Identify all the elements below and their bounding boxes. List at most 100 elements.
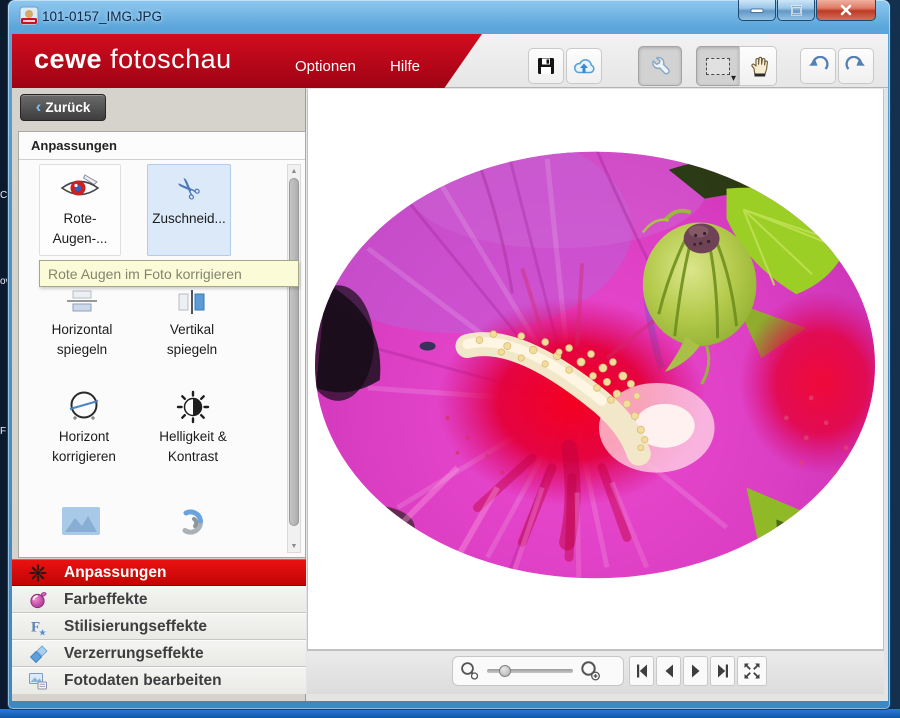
undo-button[interactable] — [800, 48, 836, 84]
landscape-icon — [61, 506, 101, 536]
tooltip: Rote Augen im Foto korrigieren — [39, 260, 299, 287]
save-button[interactable] — [528, 48, 564, 84]
desktop-right-strip — [889, 0, 900, 718]
svg-text:★: ★ — [39, 627, 47, 637]
caret-down-icon: ▾ — [731, 73, 736, 84]
flip-horizontal-icon — [65, 288, 99, 316]
app-header: cewe fotoschau Optionen Hilfe — [12, 34, 888, 88]
next-image-button[interactable] — [683, 656, 708, 686]
menu-optionen[interactable]: Optionen — [295, 58, 356, 75]
logo-bold: cewe — [34, 44, 102, 74]
adjustments-icon — [12, 563, 64, 583]
tool-red-eye[interactable]: Rote-Augen-... — [39, 164, 121, 256]
zoom-out-icon[interactable] — [459, 660, 481, 682]
scrollbar-thumb[interactable] — [289, 178, 299, 526]
fullscreen-button[interactable] — [737, 656, 767, 686]
minimize-icon — [750, 6, 764, 14]
panel-scrollbar[interactable]: ▲ ▼ — [287, 164, 301, 553]
category-fotodaten[interactable]: Fotodaten bearbeiten — [12, 667, 306, 694]
menu-hilfe[interactable]: Hilfe — [390, 58, 420, 75]
adjustments-panel: Anpassungen Rote-Augen-... ✂ — [18, 131, 306, 558]
first-icon — [633, 661, 651, 681]
tool-label: Horizontal spiegeln — [37, 320, 127, 361]
brightness-contrast-icon — [175, 390, 211, 424]
category-label: Stilisierungseffekte — [64, 618, 207, 636]
tool-landscape[interactable] — [61, 506, 101, 536]
horizon-level-icon — [66, 390, 102, 424]
category-verzerrungseffekte[interactable]: Verzerrungseffekte — [12, 640, 306, 667]
close-button[interactable] — [816, 0, 876, 21]
color-effects-icon — [12, 590, 64, 610]
wrench-icon — [648, 54, 672, 78]
category-label: Farbeffekte — [64, 591, 148, 609]
tool-label: Rote-Augen-... — [43, 209, 117, 250]
category-label: Verzerrungseffekte — [64, 645, 204, 663]
maximize-icon — [790, 5, 803, 16]
zoom-slider-thumb[interactable] — [499, 665, 511, 677]
scroll-up-icon[interactable]: ▲ — [288, 165, 300, 177]
upload-button[interactable] — [566, 48, 602, 84]
back-chevron-icon: ‹ — [36, 98, 42, 115]
tool-horizon[interactable]: Horizont korrigieren — [37, 390, 131, 468]
save-icon — [536, 56, 556, 76]
stylize-effects-icon: F ★ — [12, 617, 64, 637]
zoom-controls — [452, 656, 624, 686]
last-icon — [714, 661, 732, 681]
last-image-button[interactable] — [710, 656, 735, 686]
tool-label: Vertikal spiegeln — [147, 320, 237, 361]
undo-icon — [807, 56, 829, 76]
logo-rest: fotoschau — [110, 44, 232, 74]
next-icon — [687, 661, 705, 681]
tool-label: Helligkeit & Kontrast — [145, 427, 241, 468]
back-label: Zurück — [45, 100, 90, 115]
zoom-in-icon[interactable] — [579, 659, 603, 683]
tools-button[interactable] — [638, 46, 682, 86]
previous-icon — [660, 661, 678, 681]
marquee-icon — [706, 58, 730, 75]
category-farbeffekte[interactable]: Farbeffekte — [12, 586, 306, 613]
tool-brightness-contrast[interactable]: Helligkeit & Kontrast — [145, 390, 241, 468]
effect-category-list: Anpassungen Farbeffekte F ★ — [12, 559, 306, 694]
photo-canvas[interactable] — [307, 89, 884, 650]
tool-color-swirl[interactable] — [173, 506, 209, 538]
tool-label: Horizont korrigieren — [37, 427, 131, 468]
category-stilisierungseffekte[interactable]: F ★ Stilisierungseffekte — [12, 613, 306, 640]
screen: CE ov F 101-0157_IMG.JPG — [0, 0, 900, 718]
tool-crop[interactable]: ✂ Zuschneid... — [147, 164, 231, 256]
window-title: 101-0157_IMG.JPG — [42, 9, 162, 24]
tool-flip-vertical[interactable]: Vertikal spiegeln — [147, 288, 237, 361]
close-icon — [839, 4, 853, 16]
window-titlebar[interactable]: 101-0157_IMG.JPG — [8, 0, 890, 34]
zoom-slider[interactable] — [487, 669, 573, 673]
tool-label: Zuschneid... — [152, 209, 226, 229]
viewer-toolbar — [307, 650, 884, 694]
previous-image-button[interactable] — [656, 656, 681, 686]
photo-ellipse — [308, 89, 883, 648]
color-swirl-icon — [173, 506, 209, 538]
category-label: Fotodaten bearbeiten — [64, 672, 222, 690]
first-image-button[interactable] — [629, 656, 654, 686]
flip-vertical-icon — [175, 288, 209, 316]
hand-icon — [748, 55, 768, 77]
cloud-upload-icon — [572, 56, 596, 76]
redo-icon — [845, 56, 867, 76]
scroll-down-icon[interactable]: ▼ — [288, 540, 300, 552]
category-anpassungen[interactable]: Anpassungen — [12, 559, 306, 586]
app-icon — [19, 6, 39, 26]
back-button[interactable]: ‹ Zurück — [20, 94, 106, 121]
window-content: cewe fotoschau Optionen Hilfe — [12, 34, 888, 701]
maximize-button[interactable] — [777, 0, 815, 21]
pan-hand-button[interactable] — [739, 46, 777, 86]
red-eye-icon — [58, 165, 102, 209]
fullscreen-icon — [742, 661, 762, 681]
redo-button[interactable] — [838, 48, 874, 84]
crop-scissors-icon: ✂ — [177, 165, 201, 209]
minimize-button[interactable] — [738, 0, 776, 21]
distortion-effects-icon — [12, 644, 64, 664]
tool-flip-horizontal[interactable]: Horizontal spiegeln — [37, 288, 127, 361]
category-label: Anpassungen — [64, 564, 166, 582]
desktop-bottom-strip — [0, 709, 900, 718]
selection-marquee-button[interactable]: ▾ — [696, 46, 740, 86]
photo-data-icon — [12, 671, 64, 691]
app-logo: cewe fotoschau — [34, 44, 232, 75]
